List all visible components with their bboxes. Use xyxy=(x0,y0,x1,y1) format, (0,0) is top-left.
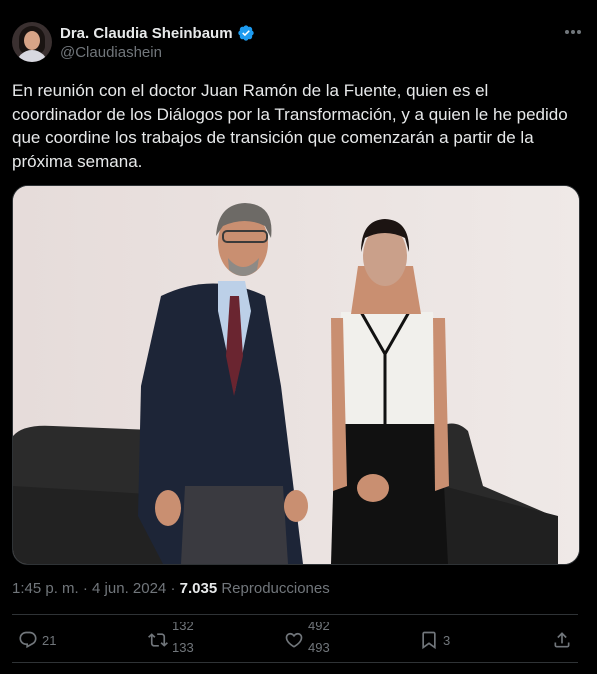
bookmark-icon xyxy=(422,631,436,650)
bookmark-count: 3 xyxy=(443,632,451,648)
divider-bottom xyxy=(12,662,578,663)
retweet-count-current: 133 xyxy=(172,640,194,655)
more-icon[interactable] xyxy=(561,22,585,42)
tweet-header: Dra. Claudia Sheinbaum @Claudiashein xyxy=(12,20,585,64)
retweet-button[interactable]: 132 133 xyxy=(148,622,202,658)
bookmark-button[interactable]: 3 xyxy=(419,622,450,658)
tweet-text: En reunión con el doctor Juan Ramón de l… xyxy=(12,81,568,171)
like-count: 492 493 xyxy=(308,622,338,658)
share-icon xyxy=(554,632,570,648)
avatar[interactable] xyxy=(12,22,52,62)
meta-separator-2: · xyxy=(170,580,176,597)
views-label: Reproducciones xyxy=(221,580,330,597)
reply-icon xyxy=(19,631,37,649)
divider-top xyxy=(12,614,578,615)
like-button[interactable]: 492 493 xyxy=(284,622,338,658)
photo-illustration xyxy=(13,186,579,564)
user-handle[interactable]: @Claudiashein xyxy=(60,44,162,61)
tweet-photo[interactable] xyxy=(12,185,580,565)
like-count-prev: 492 xyxy=(308,622,330,633)
like-count-current: 493 xyxy=(308,640,330,655)
tweet-time[interactable]: 1:45 p. m. xyxy=(12,580,79,597)
retweet-count: 132 133 xyxy=(172,622,202,658)
retweet-count-prev: 132 xyxy=(172,622,194,633)
tweet-date[interactable]: 4 jun. 2024 xyxy=(92,580,166,597)
display-name[interactable]: Dra. Claudia Sheinbaum xyxy=(60,25,233,42)
tweet-meta: 1:45 p. m. · 4 jun. 2024 · 7.035 Reprodu… xyxy=(12,580,330,597)
reply-button[interactable]: 21 xyxy=(18,622,56,658)
heart-icon xyxy=(285,632,303,648)
share-button[interactable] xyxy=(552,622,572,658)
reply-count: 21 xyxy=(42,632,57,648)
name-row: Dra. Claudia Sheinbaum xyxy=(60,24,255,42)
meta-separator: · xyxy=(82,580,88,597)
retweet-icon xyxy=(148,633,168,647)
action-bar: 21 132 133 492 493 3 xyxy=(12,622,578,658)
verified-badge-icon xyxy=(237,25,254,41)
views-count[interactable]: 7.035 xyxy=(180,580,218,597)
